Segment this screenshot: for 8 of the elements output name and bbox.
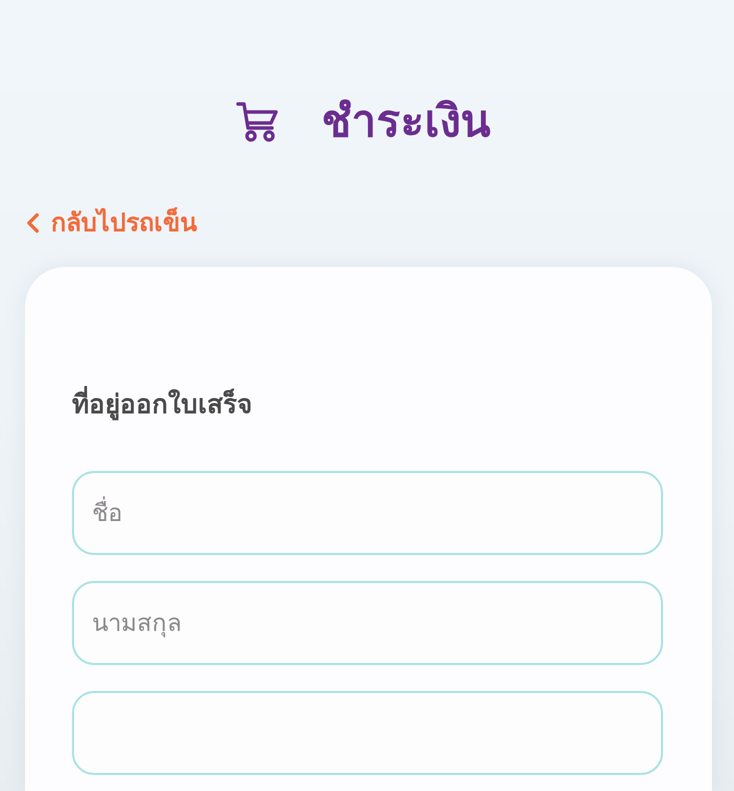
section-heading: ที่อยู่ออกใบเสร็จ (72, 385, 663, 425)
input-field[interactable] (72, 691, 663, 775)
back-link[interactable]: กลับไปรถเข็น (27, 205, 197, 241)
page-title: ชำระเงิน (322, 95, 490, 149)
chevron-left-icon (27, 213, 39, 233)
input-field[interactable]: ชื่อ (72, 471, 663, 555)
input-field[interactable]: นามสกุล (72, 581, 663, 665)
shopping-cart-icon (236, 101, 280, 143)
